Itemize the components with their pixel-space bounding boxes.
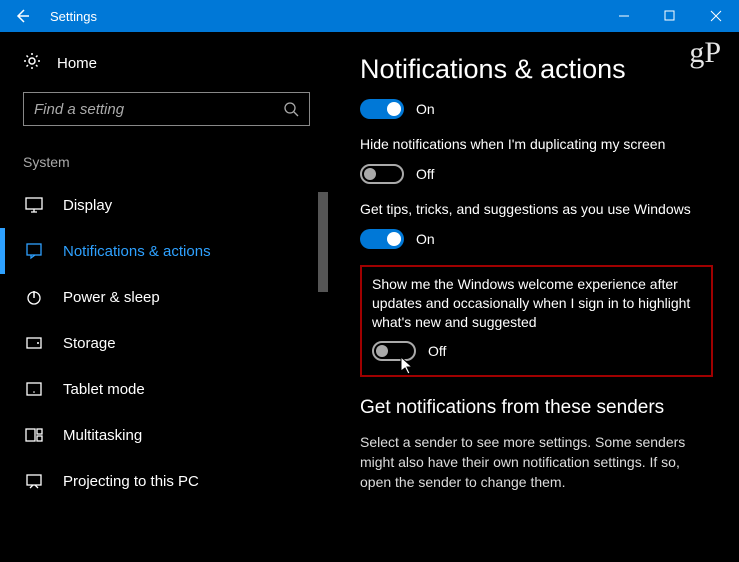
- section-label: System: [23, 154, 310, 170]
- home-link[interactable]: Home: [23, 52, 310, 74]
- projecting-icon: [23, 472, 45, 490]
- sidebar-item-label: Projecting to this PC: [63, 473, 199, 490]
- close-button[interactable]: [693, 0, 739, 32]
- toggle-row-notifications: On: [360, 99, 713, 119]
- sidebar-item-label: Power & sleep: [63, 289, 160, 306]
- power-icon: [23, 288, 45, 306]
- main-panel: Notifications & actions On Hide notifica…: [328, 32, 739, 551]
- toggle-switch[interactable]: [372, 341, 416, 361]
- sidebar-item-tablet[interactable]: Tablet mode: [23, 366, 310, 412]
- sidebar-item-label: Tablet mode: [63, 381, 145, 398]
- notification-icon: [23, 242, 45, 260]
- sidebar-item-notifications[interactable]: Notifications & actions: [23, 228, 310, 274]
- toggle-switch[interactable]: [360, 164, 404, 184]
- sidebar: Home System Display Notifications & acti…: [0, 32, 328, 551]
- home-label: Home: [57, 55, 97, 72]
- sidebar-item-display[interactable]: Display: [23, 182, 310, 228]
- toggle-row-hide-duplicating: Hide notifications when I'm duplicating …: [360, 135, 713, 184]
- sidebar-scrollbar[interactable]: [318, 192, 328, 562]
- gear-icon: [23, 52, 41, 74]
- toggle-row-tips: Get tips, tricks, and suggestions as you…: [360, 200, 713, 249]
- sidebar-item-multitasking[interactable]: Multitasking: [23, 412, 310, 458]
- tablet-icon: [23, 380, 45, 398]
- search-icon: [283, 101, 299, 122]
- toggle-switch[interactable]: [360, 229, 404, 249]
- titlebar: Settings: [0, 0, 739, 32]
- sidebar-item-label: Storage: [63, 335, 116, 352]
- back-button[interactable]: [0, 0, 44, 32]
- sidebar-item-label: Display: [63, 197, 112, 214]
- sidebar-item-label: Notifications & actions: [63, 243, 211, 260]
- page-title: Notifications & actions: [360, 54, 713, 85]
- toggle-label: Get tips, tricks, and suggestions as you…: [360, 200, 713, 219]
- senders-heading: Get notifications from these senders: [360, 397, 713, 419]
- toggle-label: Show me the Windows welcome experience a…: [372, 275, 701, 332]
- highlighted-setting: Show me the Windows welcome experience a…: [360, 265, 713, 378]
- toggle-state: Off: [416, 166, 434, 182]
- toggle-state: On: [416, 231, 435, 247]
- toggle-label: Hide notifications when I'm duplicating …: [360, 135, 713, 154]
- monitor-icon: [23, 196, 45, 214]
- search-input[interactable]: [24, 101, 309, 118]
- search-box[interactable]: [23, 92, 310, 126]
- sidebar-item-storage[interactable]: Storage: [23, 320, 310, 366]
- toggle-state: Off: [428, 343, 446, 359]
- minimize-button[interactable]: [601, 0, 647, 32]
- toggle-state: On: [416, 101, 435, 117]
- sidebar-item-projecting[interactable]: Projecting to this PC: [23, 458, 310, 504]
- senders-description: Select a sender to see more settings. So…: [360, 433, 713, 492]
- toggle-switch[interactable]: [360, 99, 404, 119]
- sidebar-item-power[interactable]: Power & sleep: [23, 274, 310, 320]
- sidebar-item-label: Multitasking: [63, 427, 142, 444]
- multitasking-icon: [23, 426, 45, 444]
- window-title: Settings: [50, 9, 97, 24]
- maximize-button[interactable]: [647, 0, 693, 32]
- storage-icon: [23, 334, 45, 352]
